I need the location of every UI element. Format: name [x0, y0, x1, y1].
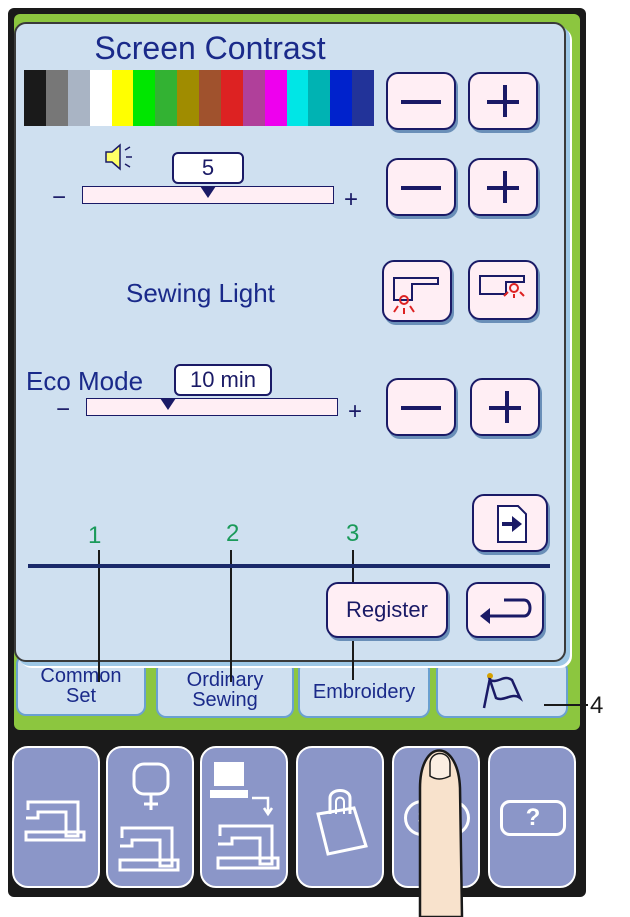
embroidery-unit-icon: [118, 762, 180, 872]
bag-icon: [316, 789, 368, 856]
callout-2: 2: [226, 520, 240, 547]
eco-minus-sign: −: [56, 396, 71, 423]
volume-slider-thumb[interactable]: [200, 186, 216, 198]
color-swatch: [308, 70, 331, 126]
color-swatch: [330, 70, 353, 126]
volume-minus-button[interactable]: [386, 158, 456, 216]
color-swatch: [111, 70, 134, 126]
color-swatch: [24, 70, 46, 126]
help-button[interactable]: ?: [488, 746, 576, 888]
tab-language[interactable]: [436, 660, 568, 718]
callout-4: 4: [590, 692, 604, 719]
embroidery-mode-button[interactable]: [106, 746, 194, 888]
finger-icon: [418, 749, 464, 917]
next-page-button[interactable]: [472, 494, 548, 552]
color-swatch: [177, 70, 199, 126]
tab-label-line1: Ordinary: [186, 669, 264, 691]
tab-label-line2: Sewing: [192, 689, 258, 711]
contrast-plus-button[interactable]: [468, 72, 538, 130]
color-swatch: [133, 70, 156, 126]
tab-embroidery[interactable]: Embroidery: [298, 660, 430, 718]
page-title: Screen Contrast: [94, 30, 326, 66]
eco-mode-slider[interactable]: [86, 398, 338, 416]
contrast-minus-button[interactable]: [386, 72, 456, 130]
tab-common-set[interactable]: Common Set: [16, 654, 146, 716]
eco-plus-button[interactable]: [470, 378, 540, 436]
eco-plus-sign: +: [348, 398, 363, 425]
color-swatch: [242, 70, 265, 126]
tab-label-line1: Common: [40, 665, 122, 687]
sewing-mode-button[interactable]: [12, 746, 100, 888]
divider: [28, 564, 550, 568]
callout-line-2: [230, 550, 232, 682]
color-swatch: [45, 70, 68, 126]
color-swatch: [89, 70, 112, 126]
sewing-light-label: Sewing Light: [126, 278, 275, 308]
sewing-light-off-button[interactable]: [468, 260, 538, 320]
tab-ordinary-sewing[interactable]: Ordinary Sewing: [156, 660, 294, 718]
volume-minus-sign: −: [52, 184, 67, 211]
callout-1: 1: [88, 522, 102, 549]
color-swatch: [220, 70, 243, 126]
eco-mode-label: Eco Mode: [26, 366, 144, 396]
return-icon: [480, 598, 532, 624]
eco-minus-button[interactable]: [386, 378, 456, 436]
register-button[interactable]: Register: [326, 582, 448, 638]
flag-icon: [482, 673, 524, 709]
contrast-color-bar: [24, 70, 374, 126]
eco-mode-value: 10 min: [174, 364, 272, 396]
tab-label-line2: Set: [65, 685, 97, 707]
eco-mode-slider-thumb[interactable]: [160, 398, 176, 410]
bag-button[interactable]: [296, 746, 384, 888]
color-swatch: [264, 70, 287, 126]
color-swatch: [155, 70, 178, 126]
color-swatch: [67, 70, 90, 126]
computer-connect-icon: [210, 762, 280, 870]
help-label: ?: [500, 800, 566, 836]
sewing-light-on-icon: [393, 277, 439, 314]
volume-plus-button[interactable]: [468, 158, 538, 216]
sewing-machine-icon: [24, 800, 86, 842]
color-swatch: [199, 70, 221, 126]
next-page-icon: [497, 505, 527, 543]
callout-line-4: [544, 704, 588, 706]
color-swatch: [352, 70, 374, 126]
volume-value: 5: [172, 152, 244, 184]
tab-label: Embroidery: [312, 681, 416, 703]
volume-plus-sign: +: [344, 186, 359, 213]
pc-link-button[interactable]: [200, 746, 288, 888]
callout-3: 3: [346, 520, 360, 547]
sewing-light-on-button[interactable]: [382, 260, 452, 322]
color-swatch: [286, 70, 309, 126]
return-button[interactable]: [466, 582, 544, 638]
speaker-icon: [105, 143, 132, 171]
sewing-light-off-icon: [479, 275, 525, 298]
callout-line-1: [98, 550, 100, 682]
